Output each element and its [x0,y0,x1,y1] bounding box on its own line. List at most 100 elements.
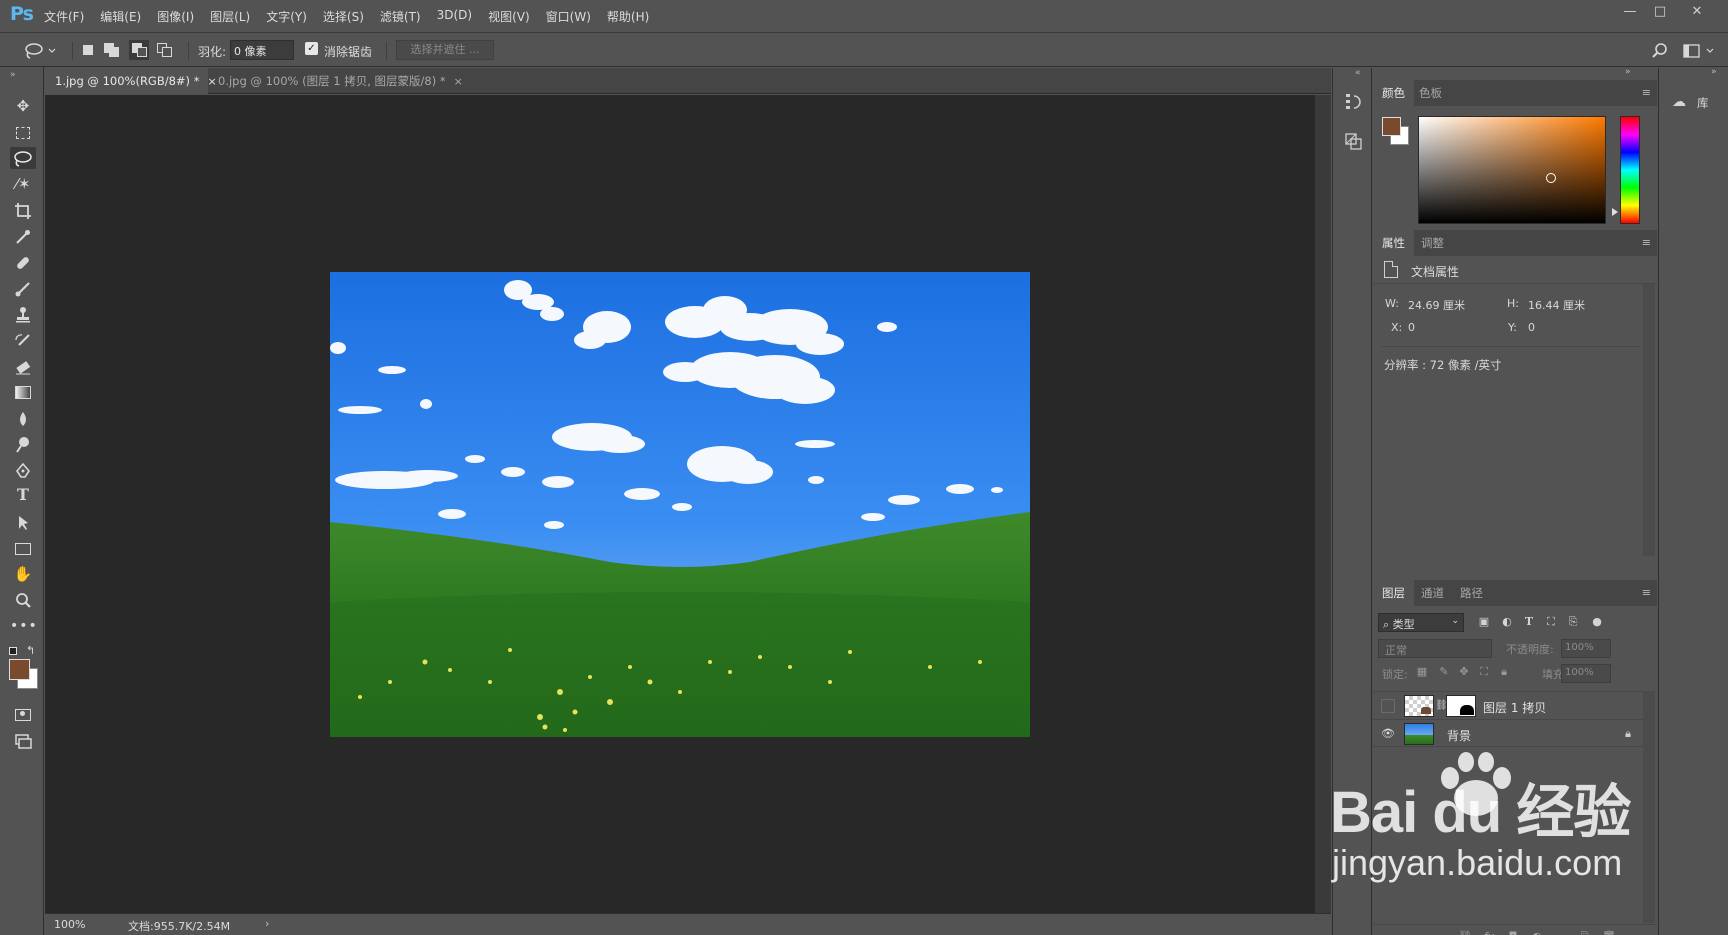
dodge-tool-icon[interactable] [10,433,36,455]
workspace-switcher-icon[interactable] [1683,42,1719,60]
maximize-button[interactable]: □ [1647,2,1673,24]
healing-brush-tool-icon[interactable] [10,251,36,273]
color-picker-field[interactable] [1418,116,1606,224]
lasso-tool-icon[interactable] [10,147,36,169]
collapse-library-icon[interactable]: » [1711,67,1717,77]
panel-menu-icon[interactable]: ≡ [1642,586,1651,599]
menu-3d[interactable]: 3D(D) [437,8,472,25]
new-selection-icon[interactable] [80,43,96,57]
menu-file[interactable]: 文件(F) [44,8,84,25]
history-brush-tool-icon[interactable] [10,329,36,351]
link-layers-icon[interactable]: ⛓ [1457,929,1473,935]
intersect-selection-icon[interactable] [157,43,173,57]
width-value[interactable]: 24.69 厘米 [1408,297,1465,313]
layer-visibility-toggle[interactable] [1381,699,1395,713]
collapse-panels-icon[interactable]: » [1625,67,1631,77]
new-layer-icon[interactable]: ⎘ [1577,929,1593,935]
crop-tool-icon[interactable] [10,199,36,221]
clone-stamp-tool-icon[interactable] [10,303,36,325]
layer-name[interactable]: 背景 [1447,727,1471,744]
y-value[interactable]: 0 [1528,321,1535,334]
lasso-preset-icon[interactable] [24,42,58,60]
gradient-tool-icon[interactable] [10,381,36,403]
pen-tool-icon[interactable] [10,459,36,481]
foreground-color-swatch[interactable] [1382,117,1401,136]
lock-all-icon[interactable]: 🔒︎ [1497,665,1511,679]
default-colors-icon[interactable] [9,647,17,655]
properties-panel-icon[interactable] [1341,129,1365,153]
layer-row[interactable]: ⛓ 图层 1 拷贝 [1373,691,1643,719]
tab-document-2[interactable]: 0.jpg @ 100% (图层 1 拷贝, 图层蒙版/8) * × [208,68,473,94]
filter-adjustment-icon[interactable]: ◐ [1499,614,1515,630]
collapse-arrows-icon[interactable]: » [10,70,16,80]
menu-edit[interactable]: 编辑(E) [100,8,141,25]
filter-toggle-icon[interactable]: ● [1589,614,1605,630]
layer-row[interactable]: 👁︎ 背景 🔒︎ [1373,719,1643,747]
height-value[interactable]: 16.44 厘米 [1528,297,1585,313]
lock-artboard-icon[interactable]: ⛶ [1477,665,1491,679]
tab-color[interactable]: 颜色 [1373,80,1414,106]
expand-dock-icon[interactable]: « [1355,68,1361,78]
foreground-color-swatch[interactable] [9,659,30,680]
path-selection-tool-icon[interactable] [10,511,36,533]
screen-mode-icon[interactable] [10,729,36,751]
layer-name[interactable]: 图层 1 拷贝 [1483,699,1546,716]
menu-window[interactable]: 窗口(W) [546,8,591,25]
menu-filter[interactable]: 滤镜(T) [380,8,421,25]
lock-position-icon[interactable]: ✥ [1457,665,1471,679]
x-value[interactable]: 0 [1408,321,1415,334]
menu-layer[interactable]: 图层(L) [210,8,250,25]
adjustment-layer-icon[interactable]: ◐ [1529,929,1545,935]
color-picker-cursor[interactable] [1546,173,1556,183]
hand-tool-icon[interactable]: ✋ [10,563,36,585]
lock-transparency-icon[interactable]: ▦ [1415,665,1429,679]
filter-type-icon[interactable]: T [1521,614,1537,630]
filter-shape-icon[interactable]: ⛶ [1543,614,1559,630]
feather-input[interactable]: 0 像素 [230,40,294,60]
swap-colors-icon[interactable]: ↰ [26,644,35,657]
rectangle-tool-icon[interactable] [10,537,36,559]
fill-input[interactable]: 100% [1561,664,1611,683]
lock-pixels-icon[interactable]: ✎ [1437,665,1451,679]
tab-document-1[interactable]: 1.jpg @ 100%(RGB/8#) * × [45,68,217,94]
blur-tool-icon[interactable] [10,407,36,429]
new-group-icon[interactable]: ▬ [1553,929,1569,935]
quick-mask-icon[interactable] [10,703,36,725]
delete-layer-icon[interactable]: 🗑︎ [1601,929,1617,935]
add-selection-icon[interactable] [104,43,120,57]
brush-tool-icon[interactable] [10,277,36,299]
zoom-level[interactable]: 100% [54,918,85,931]
properties-scrollbar[interactable] [1643,284,1655,556]
tab-adjustments[interactable]: 调整 [1412,230,1453,256]
filter-pixel-icon[interactable]: ▣ [1476,614,1492,630]
menu-view[interactable]: 视图(V) [488,8,530,25]
library-label[interactable]: 库 [1697,95,1709,111]
filter-smart-object-icon[interactable]: ⎘ [1565,614,1581,630]
tab-properties[interactable]: 属性 [1373,230,1414,256]
tab-layers[interactable]: 图层 [1373,580,1414,606]
type-tool-icon[interactable]: T [10,485,36,507]
marquee-tool-icon[interactable] [10,121,36,143]
antialias-checkbox[interactable]: ✓ [305,42,318,55]
menu-select[interactable]: 选择(S) [323,8,364,25]
layer-mask-thumbnail[interactable] [1446,695,1476,717]
select-and-mask-button[interactable]: 选择并遮住 ... [396,40,494,60]
history-panel-icon[interactable] [1341,89,1365,113]
layers-scrollbar[interactable] [1643,691,1655,923]
magic-wand-tool-icon[interactable]: ⁄✶ [10,173,36,195]
subtract-selection-icon[interactable] [129,40,149,60]
blend-mode-select[interactable]: 正常 [1378,639,1492,658]
hue-slider[interactable] [1620,116,1640,224]
minimize-button[interactable]: — [1617,2,1643,24]
close-window-button[interactable]: ✕ [1684,2,1710,24]
search-icon[interactable] [1651,42,1669,60]
menu-type[interactable]: 文字(Y) [266,8,307,25]
tab-swatches[interactable]: 色板 [1410,80,1451,106]
zoom-tool-icon[interactable] [10,589,36,611]
canvas-scrollbar[interactable] [1315,95,1331,913]
eyedropper-tool-icon[interactable] [10,225,36,247]
layer-style-icon[interactable]: fx [1481,929,1497,935]
panel-menu-icon[interactable]: ≡ [1642,236,1651,249]
panel-menu-icon[interactable]: ≡ [1642,86,1651,99]
menu-image[interactable]: 图像(I) [157,8,194,25]
